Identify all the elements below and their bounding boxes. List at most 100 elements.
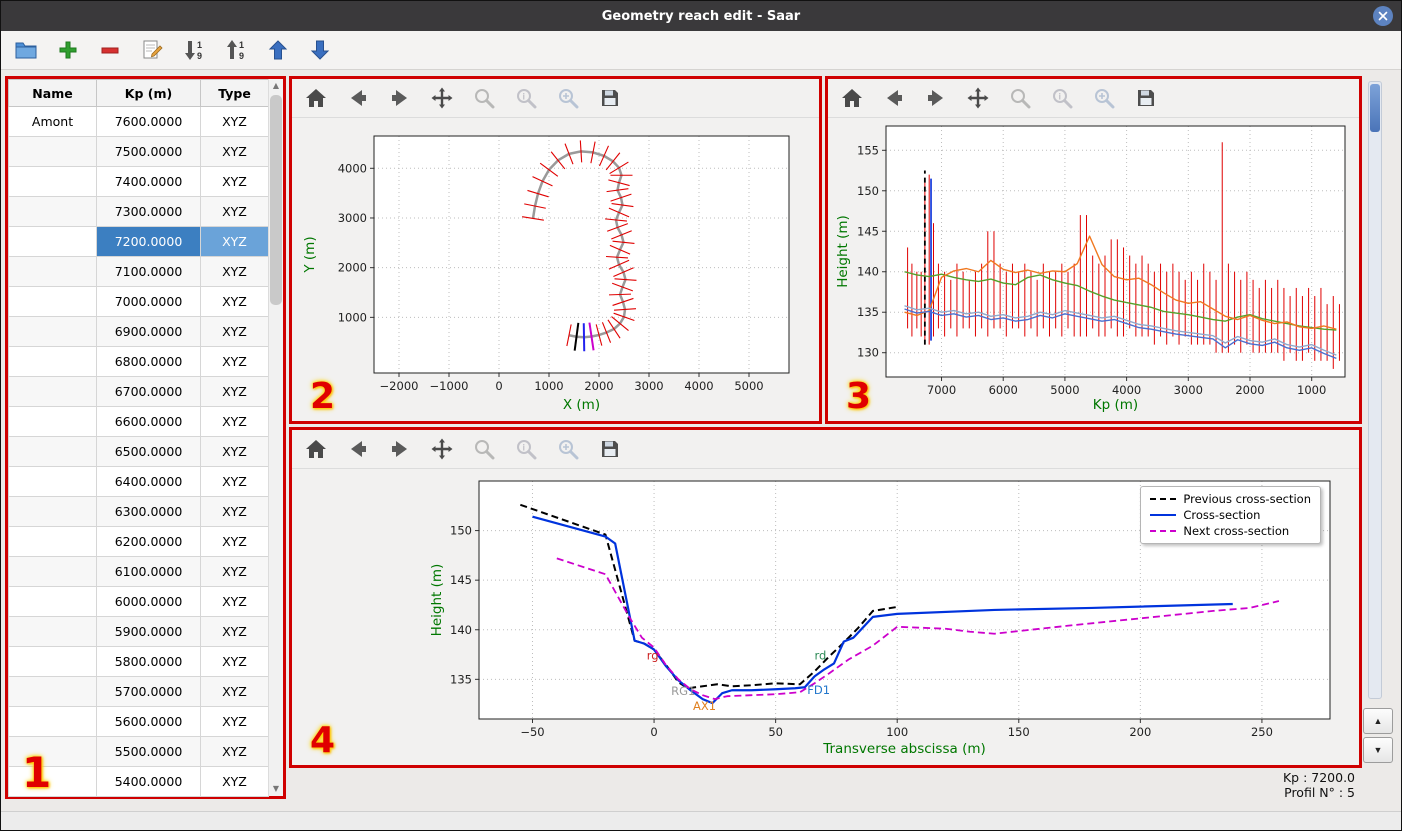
table-row[interactable]: 7400.0000 XYZ bbox=[8, 166, 269, 197]
svg-text:Y (m): Y (m) bbox=[302, 236, 318, 273]
kp-status-label: Kp : 7200.0 bbox=[1282, 770, 1355, 785]
close-icon bbox=[1376, 9, 1390, 23]
zoom-info-button[interactable] bbox=[512, 436, 539, 463]
open-file-button[interactable] bbox=[11, 35, 41, 65]
table-row[interactable]: 6400.0000 XYZ bbox=[8, 466, 269, 497]
cell-kp: 7100.0000 bbox=[96, 256, 201, 287]
cell-kp: 6400.0000 bbox=[96, 466, 201, 497]
cell-type: XYZ bbox=[200, 256, 269, 287]
annotation-4: 4 bbox=[310, 720, 336, 761]
spin-up-button[interactable]: ▲ bbox=[1363, 708, 1393, 734]
window-scrollbar-thumb[interactable] bbox=[1370, 84, 1380, 132]
table-row[interactable]: 6900.0000 XYZ bbox=[8, 316, 269, 347]
zoom-info-button[interactable] bbox=[1048, 85, 1075, 112]
spin-down-button[interactable]: ▼ bbox=[1363, 737, 1393, 763]
column-header[interactable]: Name bbox=[8, 79, 97, 107]
back-button[interactable] bbox=[344, 436, 371, 463]
svg-text:5000: 5000 bbox=[1050, 383, 1079, 397]
zoom-plus-icon bbox=[556, 437, 580, 461]
plan-view-chart[interactable]: −2000 −1000 0 1000 2000 3000 4000 5000 1000 2000 3… bbox=[292, 118, 819, 421]
svg-text:155: 155 bbox=[857, 143, 879, 157]
table-row[interactable]: 5900.0000 XYZ bbox=[8, 616, 269, 647]
forward-button[interactable] bbox=[386, 85, 413, 112]
svg-text:135: 135 bbox=[450, 672, 472, 686]
svg-text:50: 50 bbox=[768, 725, 783, 739]
table-row[interactable]: 5600.0000 XYZ bbox=[8, 706, 269, 737]
save-button[interactable] bbox=[1132, 85, 1159, 112]
pan-button[interactable] bbox=[964, 85, 991, 112]
svg-text:−2000: −2000 bbox=[380, 379, 419, 393]
zoom-plus-button[interactable] bbox=[554, 85, 581, 112]
cell-name bbox=[8, 226, 97, 257]
cell-type: XYZ bbox=[200, 586, 269, 617]
sort-ascending-button[interactable] bbox=[221, 35, 251, 65]
table-row[interactable]: 6000.0000 XYZ bbox=[8, 586, 269, 617]
annotation-1: 1 bbox=[22, 748, 52, 797]
home-button[interactable] bbox=[302, 436, 329, 463]
table-row[interactable]: 7200.0000 XYZ bbox=[8, 226, 269, 257]
table-row[interactable]: 7300.0000 XYZ bbox=[8, 196, 269, 227]
cell-name bbox=[8, 586, 97, 617]
table-row[interactable]: 7100.0000 XYZ bbox=[8, 256, 269, 287]
pan-button[interactable] bbox=[428, 85, 455, 112]
cross-section-plot-toolbar bbox=[292, 430, 1359, 469]
pan-button[interactable] bbox=[428, 436, 455, 463]
cell-name bbox=[8, 256, 97, 287]
column-header[interactable]: Kp (m) bbox=[96, 79, 201, 107]
zoom-button[interactable] bbox=[470, 85, 497, 112]
scroll-down-icon[interactable]: ▼ bbox=[269, 782, 283, 796]
move-down-button[interactable] bbox=[305, 35, 335, 65]
svg-text:100: 100 bbox=[886, 725, 908, 739]
zoom-button[interactable] bbox=[1006, 85, 1033, 112]
downarrow-icon bbox=[308, 38, 332, 62]
home-button[interactable] bbox=[838, 85, 865, 112]
save-button[interactable] bbox=[596, 85, 623, 112]
table-row[interactable]: 5700.0000 XYZ bbox=[8, 676, 269, 707]
back-button[interactable] bbox=[880, 85, 907, 112]
add-cross-section-button[interactable] bbox=[53, 35, 83, 65]
table-row[interactable]: 6600.0000 XYZ bbox=[8, 406, 269, 437]
forward-button[interactable] bbox=[922, 85, 949, 112]
zoom-info-button[interactable] bbox=[512, 85, 539, 112]
zoom-plus-button[interactable] bbox=[554, 436, 581, 463]
home-button[interactable] bbox=[302, 85, 329, 112]
table-row[interactable]: Amont 7600.0000 XYZ bbox=[8, 106, 269, 137]
table-scrollbar[interactable]: ▲ ▼ bbox=[268, 79, 283, 796]
forward-button[interactable] bbox=[386, 436, 413, 463]
column-header[interactable]: Type bbox=[200, 79, 269, 107]
table-row[interactable]: 6700.0000 XYZ bbox=[8, 376, 269, 407]
table-row[interactable]: 6500.0000 XYZ bbox=[8, 436, 269, 467]
forward-icon bbox=[924, 86, 948, 110]
save-icon bbox=[598, 86, 622, 110]
save-button[interactable] bbox=[596, 436, 623, 463]
move-up-button[interactable] bbox=[263, 35, 293, 65]
table-row[interactable]: 6100.0000 XYZ bbox=[8, 556, 269, 587]
longitudinal-profile-chart[interactable]: 7000 6000 5000 4000 3000 2000 1000 130 135 140 145… bbox=[828, 118, 1359, 421]
table-row[interactable]: 5800.0000 XYZ bbox=[8, 646, 269, 677]
edit-cross-section-button[interactable] bbox=[137, 35, 167, 65]
cell-kp: 7200.0000 bbox=[96, 226, 201, 257]
zoom-button[interactable] bbox=[470, 436, 497, 463]
back-button[interactable] bbox=[344, 85, 371, 112]
cell-type: XYZ bbox=[200, 136, 269, 167]
cell-name bbox=[8, 436, 97, 467]
back-icon bbox=[882, 86, 906, 110]
save-icon bbox=[1134, 86, 1158, 110]
table-row[interactable]: 7500.0000 XYZ bbox=[8, 136, 269, 167]
table-row[interactable]: 6200.0000 XYZ bbox=[8, 526, 269, 557]
remove-cross-section-button[interactable] bbox=[95, 35, 125, 65]
window-close-button[interactable] bbox=[1373, 6, 1393, 26]
cell-name bbox=[8, 466, 97, 497]
zoom-plus-button[interactable] bbox=[1090, 85, 1117, 112]
table-scrollbar-thumb[interactable] bbox=[270, 95, 282, 305]
sort-descending-button[interactable] bbox=[179, 35, 209, 65]
table-row[interactable]: 6800.0000 XYZ bbox=[8, 346, 269, 377]
cell-type: XYZ bbox=[200, 166, 269, 197]
table-row[interactable]: 6300.0000 XYZ bbox=[8, 496, 269, 527]
table-row[interactable]: 7000.0000 XYZ bbox=[8, 286, 269, 317]
svg-text:X (m): X (m) bbox=[563, 397, 600, 413]
cell-kp: 7500.0000 bbox=[96, 136, 201, 167]
window-scrollbar[interactable] bbox=[1368, 81, 1382, 699]
scroll-up-icon[interactable]: ▲ bbox=[269, 79, 283, 93]
cell-kp: 5700.0000 bbox=[96, 676, 201, 707]
